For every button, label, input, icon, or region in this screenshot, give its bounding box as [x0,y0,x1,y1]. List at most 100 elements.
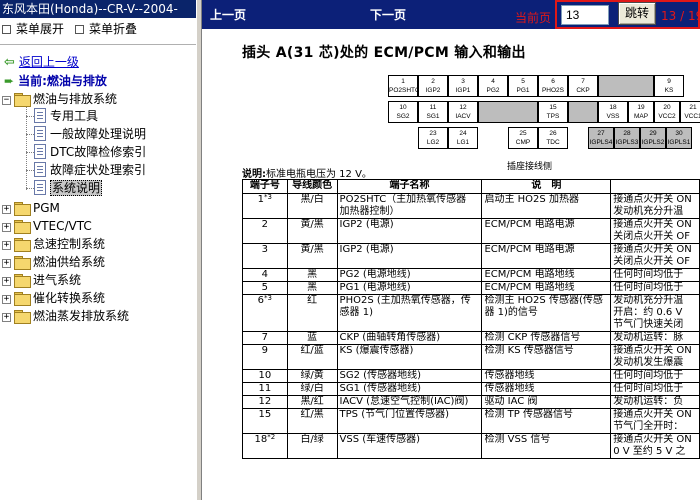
description-cell: 检测主 HO2S 传感器(传感器 1)的信号 [481,294,612,332]
pin-name: IGPLS3 [615,139,639,146]
pin-number-cell: 15 [242,408,288,434]
collapse-toggle-icon[interactable]: − [2,96,11,105]
tree-item-system-description[interactable]: 系统说明 [34,180,103,197]
pin-number: 18 [609,104,617,111]
folder-icon [14,220,31,234]
pin-number: 21 [689,104,697,111]
pin-number: 28 [623,130,631,137]
connector-pin: 12 IACV [448,101,478,123]
terminal-name-cell: PG2 (电源地线) [336,268,483,282]
tree-item-vtec-vtc[interactable]: + VTEC/VTC [2,218,92,235]
tree-item-symptom-index[interactable]: 故障症状处理索引 [34,162,146,179]
expand-icon [2,25,11,34]
table-row: 18*2 白/绿 VSS (车速传感器) 检测 VSS 信号 接通点火开关 ON 0 V … [242,433,700,459]
connector-pin: 30 IGPLS1 [666,127,692,149]
tree-item-label: 怠速控制系统 [33,237,106,251]
condition-cell: 接通点火开关 ON 0 V 至约 5 V 之 [610,433,700,459]
expand-toggle-icon[interactable]: + [2,277,11,286]
voltage-note: 说明:标准电瓶电压为 12 V。 [242,165,372,180]
table-row: 7 蓝 CKP (曲轴转角传感器) 检测 CKP 传感器信号 发动机运转：脉 [242,331,700,345]
tree-item-special-tools[interactable]: 专用工具 [34,108,98,125]
connector-pin: 23 LG2 [418,127,448,149]
prev-page-link[interactable]: 上一页 [210,6,246,23]
pin-number: 19 [637,104,645,111]
tree-item-label: 燃油供给系统 [33,255,106,269]
connector-pin: 2 IGP2 [418,75,448,97]
table-row: 11 绿/白 SG1 (传感器地线) 传感器地线 任何时间均低于 [242,382,700,396]
pin-name: VSS [606,113,620,120]
pin-name: PHO2S [541,87,565,94]
page-number-input[interactable] [561,5,609,25]
tree-item-general-troubleshooting[interactable]: 一般故障处理说明 [34,126,146,143]
page-count: 13 / 19 [661,9,700,23]
navigation-pane: 东风本田(Honda)--CR-V--2004- 菜单展开 菜单折叠 ⇦ 返回上一… [0,0,196,500]
pin-number-cell: 4 [242,268,288,282]
tree-item-fuel-emission-system[interactable]: − 燃油与排放系统 [2,91,117,108]
pin-number: 25 [519,130,527,137]
wire-color-cell: 黄/黑 [286,218,338,244]
pin-number: 15 [549,104,557,111]
pin-number-cell: 18*2 [242,433,288,459]
pin-number: 26 [549,130,557,137]
connector-pin: 7 CKP [568,75,598,97]
expand-toggle-icon[interactable]: + [2,223,11,232]
menu-expand-button[interactable]: 菜单展开 [2,21,64,37]
pin-name: KS [664,87,674,94]
back-link-label: 返回上一级 [18,55,79,69]
current-location-label: 当前:燃油与排放 [18,74,107,88]
table-row: 5 黑 PG1 (电源地线) ECM/PCM 电路地线 任何时间均低于 [242,281,700,295]
expand-toggle-icon[interactable]: + [2,295,11,304]
table-row: 4 黑 PG2 (电源地线) ECM/PCM 电路地线 任何时间均低于 [242,268,700,282]
expand-toggle-icon[interactable]: + [2,205,11,214]
tree-item-idle-control[interactable]: + 怠速控制系统 [2,236,105,253]
table-row: 15 红/黑 TPS (节气门位置传感器) 检测 TP 传感器信号 接通点火开关 ON 节… [242,408,700,434]
pin-number: 10 [399,104,407,111]
tree-item-pgm[interactable]: + PGM [2,200,60,217]
pin-number-cell: 5 [242,281,288,295]
condition-cell: 任何时间均低于 [610,382,700,396]
wire-color-cell: 黑 [286,268,338,282]
description-cell: 传感器地线 [481,369,612,383]
terminal-name-cell: CKP (曲轴转角传感器) [336,331,483,345]
terminal-name-cell: IACV (怠速空气控制(IAC)阀) [336,395,483,409]
description-cell: 检测 VSS 信号 [481,433,612,459]
expand-toggle-icon[interactable]: + [2,259,11,268]
pin-name: CMP [515,139,531,146]
back-link[interactable]: ⇦ 返回上一级 [4,54,79,70]
connector-pin: 10 SG2 [388,101,418,123]
expand-toggle-icon[interactable]: + [2,241,11,250]
tree-item-evap-emission[interactable]: + 燃油蒸发排放系统 [2,308,129,325]
connector-pin: 27 IGPLS4 [588,127,614,149]
table-row: 6*3 红 PHO2S (主加热氧传感器，传 感器 1) 检测主 HO2S 传感器(传感… [242,294,700,332]
document-page: 插头 A(31 芯)处的 ECM/PCM 输入和输出 1 PO2SHTC 2 IGP2… [202,29,700,500]
pin-name: TDC [546,139,560,146]
wire-color-cell: 黑 [286,281,338,295]
tree-item-fuel-supply[interactable]: + 燃油供给系统 [2,254,105,271]
next-page-link[interactable]: 下一页 [370,6,406,23]
pin-number: 9 [667,78,671,85]
pin-name: PG1 [516,87,530,94]
folder-icon [14,256,31,270]
terminal-name-cell: VSS (车速传感器) [336,433,483,459]
jump-button[interactable]: 跳转 [618,2,656,25]
expand-toggle-icon[interactable]: + [2,313,11,322]
connector-pin: 11 SG1 [418,101,448,123]
connector-pin: 15 TPS [538,101,568,123]
menu-collapse-button[interactable]: 菜单折叠 [75,21,137,37]
table-row: 2 黄/黑 IGP2 (电源) ECM/PCM 电路电源 接通点火开关 ON 关闭点火开关… [242,218,700,244]
condition-cell: 发动机充分升温 开启：约 0.6 V 节气门快速关闭 [610,294,700,332]
pin-name: IGPLS2 [641,139,665,146]
pin-number-cell: 10 [242,369,288,383]
column-header: 导线颜色 [286,179,338,194]
pin-name: IGPLS4 [589,139,613,146]
tree-line [26,152,34,153]
pin-name: VCC2 [658,113,676,120]
pin-number: 6 [551,78,555,85]
content-pane: 上一页 下一页 当前页 跳转 13 / 19 插头 A(31 芯)处的 ECM/… [202,0,700,500]
tree-item-catalytic-converter[interactable]: + 催化转换系统 [2,290,105,307]
description-cell: ECM/PCM 电路地线 [481,281,612,295]
tree-item-air-intake[interactable]: + 进气系统 [2,272,81,289]
description-cell: 检测 TP 传感器信号 [481,408,612,434]
page-nav-bar: 上一页 下一页 当前页 跳转 13 / 19 [202,0,700,29]
tree-item-dtc-index[interactable]: DTC故障检修索引 [34,144,146,161]
